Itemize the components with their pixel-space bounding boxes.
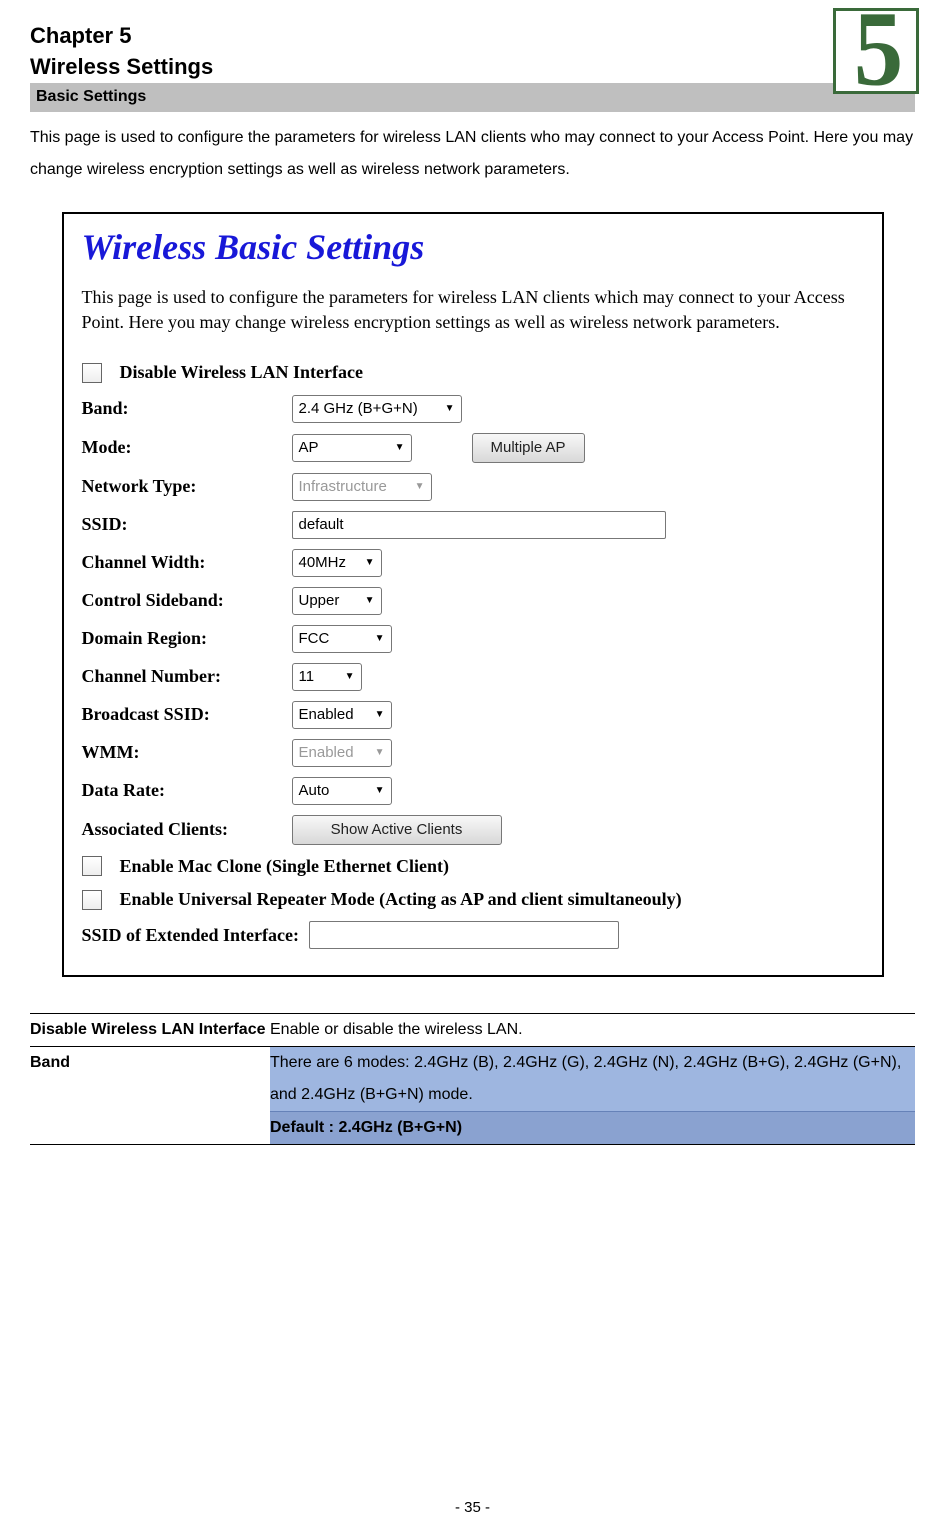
wmm-select: Enabled ▼ <box>292 739 392 767</box>
broadcast-ssid-row: Broadcast SSID: Enabled ▼ <box>82 701 866 729</box>
chevron-down-icon: ▼ <box>365 594 375 607</box>
domain-region-row: Domain Region: FCC ▼ <box>82 625 866 653</box>
wmm-row: WMM: Enabled ▼ <box>82 739 866 767</box>
chevron-down-icon: ▼ <box>395 441 405 454</box>
data-rate-value: Auto <box>299 781 330 801</box>
chevron-down-icon: ▼ <box>375 632 385 645</box>
intro-paragraph: This page is used to configure the param… <box>30 122 915 186</box>
repeater-label: Enable Universal Repeater Mode (Acting a… <box>120 888 682 911</box>
network-type-row: Network Type: Infrastructure ▼ <box>82 473 866 501</box>
broadcast-ssid-label: Broadcast SSID: <box>82 703 292 726</box>
parameters-table: Disable Wireless LAN Interface Enable or… <box>30 1013 915 1145</box>
wmm-value: Enabled <box>299 743 354 763</box>
control-sideband-value: Upper <box>299 591 340 611</box>
chevron-down-icon: ▼ <box>375 746 385 759</box>
channel-number-select[interactable]: 11 ▼ <box>292 663 362 691</box>
data-rate-select[interactable]: Auto ▼ <box>292 777 392 805</box>
network-type-label: Network Type: <box>82 475 292 498</box>
broadcast-ssid-select[interactable]: Enabled ▼ <box>292 701 392 729</box>
repeater-checkbox[interactable] <box>82 890 102 910</box>
param-name: Disable Wireless LAN Interface <box>30 1014 270 1047</box>
param-name: Band <box>30 1047 270 1145</box>
domain-region-select[interactable]: FCC ▼ <box>292 625 392 653</box>
extended-ssid-row: SSID of Extended Interface: <box>82 921 866 949</box>
disable-wlan-label: Disable Wireless LAN Interface <box>120 361 363 384</box>
extended-ssid-input[interactable] <box>309 921 619 949</box>
section-header: Basic Settings <box>30 83 915 112</box>
ssid-label: SSID: <box>82 513 292 536</box>
network-type-select: Infrastructure ▼ <box>292 473 432 501</box>
mode-value: AP <box>299 438 319 458</box>
channel-width-select[interactable]: 40MHz ▼ <box>292 549 382 577</box>
disable-wlan-row: Disable Wireless LAN Interface <box>82 361 866 384</box>
channel-width-value: 40MHz <box>299 553 347 573</box>
domain-region-value: FCC <box>299 629 330 649</box>
control-sideband-label: Control Sideband: <box>82 589 292 612</box>
control-sideband-select[interactable]: Upper ▼ <box>292 587 382 615</box>
ssid-input[interactable] <box>292 511 666 539</box>
band-select[interactable]: 2.4 GHz (B+G+N) ▼ <box>292 395 462 423</box>
band-value: 2.4 GHz (B+G+N) <box>299 399 418 419</box>
screenshot-title: Wireless Basic Settings <box>82 224 866 271</box>
chapter-subtitle: Wireless Settings <box>30 53 915 82</box>
band-label: Band: <box>82 397 292 420</box>
chevron-down-icon: ▼ <box>375 708 385 721</box>
extended-ssid-label: SSID of Extended Interface: <box>82 924 300 947</box>
data-rate-row: Data Rate: Auto ▼ <box>82 777 866 805</box>
wmm-label: WMM: <box>82 741 292 764</box>
mac-clone-checkbox[interactable] <box>82 856 102 876</box>
data-rate-label: Data Rate: <box>82 779 292 802</box>
table-row: Band There are 6 modes: 2.4GHz (B), 2.4G… <box>30 1047 915 1112</box>
chevron-down-icon: ▼ <box>445 402 455 415</box>
table-row: Disable Wireless LAN Interface Enable or… <box>30 1014 915 1047</box>
chapter-number-line: Chapter 5 <box>30 22 915 51</box>
associated-clients-row: Associated Clients: Show Active Clients <box>82 815 866 845</box>
chapter-number-decoration: 5 <box>833 8 919 94</box>
network-type-value: Infrastructure <box>299 477 387 497</box>
chapter-number-digit: 5 <box>853 8 902 94</box>
wireless-settings-screenshot: Wireless Basic Settings This page is use… <box>62 212 884 977</box>
channel-number-label: Channel Number: <box>82 665 292 688</box>
channel-number-row: Channel Number: 11 ▼ <box>82 663 866 691</box>
domain-region-label: Domain Region: <box>82 627 292 650</box>
chevron-down-icon: ▼ <box>375 784 385 797</box>
screenshot-intro: This page is used to configure the param… <box>82 285 866 335</box>
mode-row: Mode: AP ▼ Multiple AP <box>82 433 866 463</box>
show-active-clients-button[interactable]: Show Active Clients <box>292 815 502 845</box>
chevron-down-icon: ▼ <box>415 480 425 493</box>
page-number: - 35 - <box>0 1498 945 1518</box>
param-desc: There are 6 modes: 2.4GHz (B), 2.4GHz (G… <box>270 1047 915 1112</box>
control-sideband-row: Control Sideband: Upper ▼ <box>82 587 866 615</box>
mode-select[interactable]: AP ▼ <box>292 434 412 462</box>
channel-width-label: Channel Width: <box>82 551 292 574</box>
ssid-row: SSID: <box>82 511 866 539</box>
channel-number-value: 11 <box>299 667 315 687</box>
param-default: Default : 2.4GHz (B+G+N) <box>270 1112 915 1145</box>
mac-clone-label: Enable Mac Clone (Single Ethernet Client… <box>120 855 449 878</box>
mac-clone-row: Enable Mac Clone (Single Ethernet Client… <box>82 855 866 878</box>
disable-wlan-checkbox[interactable] <box>82 363 102 383</box>
chevron-down-icon: ▼ <box>365 556 375 569</box>
multiple-ap-button[interactable]: Multiple AP <box>472 433 585 463</box>
repeater-row: Enable Universal Repeater Mode (Acting a… <box>82 888 866 911</box>
associated-clients-label: Associated Clients: <box>82 818 292 841</box>
broadcast-ssid-value: Enabled <box>299 705 354 725</box>
param-default-text: Default : 2.4GHz (B+G+N) <box>270 1119 462 1136</box>
chevron-down-icon: ▼ <box>345 670 355 683</box>
mode-label: Mode: <box>82 436 292 459</box>
channel-width-row: Channel Width: 40MHz ▼ <box>82 549 866 577</box>
band-row: Band: 2.4 GHz (B+G+N) ▼ <box>82 395 866 423</box>
param-desc: Enable or disable the wireless LAN. <box>270 1014 915 1047</box>
